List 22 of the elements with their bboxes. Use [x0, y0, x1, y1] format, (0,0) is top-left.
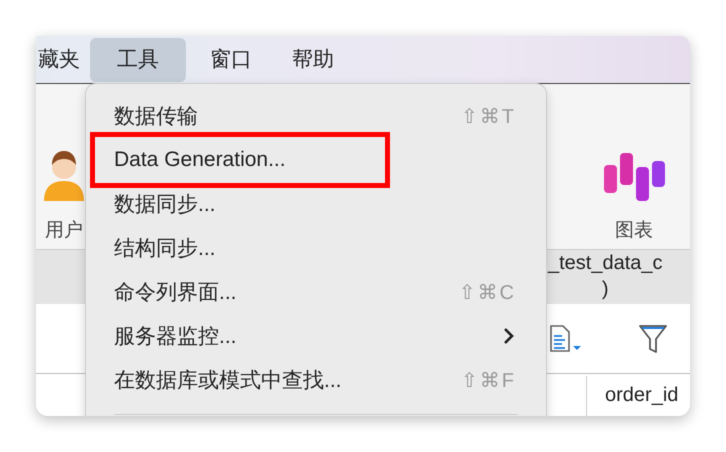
menu-bar-item[interactable]: 藏夹 — [36, 38, 80, 82]
menu-item[interactable]: 数据传输 — [114, 102, 198, 130]
tab-title: ) — [602, 277, 609, 302]
menu-bar-item[interactable]: 帮助 — [276, 38, 350, 82]
column-header[interactable]: order_id — [586, 376, 678, 416]
toolbar-label: 用户 — [45, 219, 83, 243]
toolbar-label: 图表 — [615, 219, 653, 243]
menu-item[interactable]: 在数据库或模式中查找... — [114, 366, 342, 394]
menu-item[interactable]: 结构同步... — [114, 234, 216, 262]
filter-icon[interactable] — [638, 322, 668, 354]
chart-icon — [602, 151, 666, 203]
menu-item[interactable]: 服务器监控... — [114, 322, 237, 350]
tab-title: _test_data_c — [548, 251, 663, 276]
menu-bar-item[interactable]: 工具 — [90, 38, 186, 82]
menu-bar-item[interactable]: 窗口 — [194, 38, 268, 82]
shortcut-text: ⇧⌘C — [458, 280, 516, 304]
document-icon[interactable] — [548, 324, 584, 354]
menu-item[interactable]: Data Generation... — [114, 148, 286, 172]
menu-item[interactable]: 数据同步... — [114, 190, 216, 218]
menu-item[interactable]: 命令列界面... — [114, 278, 237, 306]
shortcut-text: ⇧⌘F — [461, 368, 516, 392]
shortcut-text: ⇧⌘T — [461, 104, 516, 128]
